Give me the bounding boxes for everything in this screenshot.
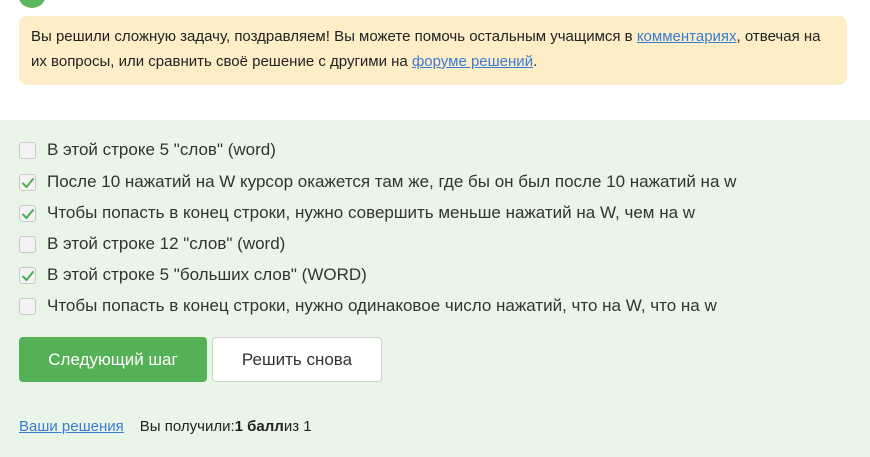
checkbox-checked[interactable] — [19, 204, 36, 222]
solutions-forum-link[interactable]: форуме решений — [412, 53, 533, 70]
notice-text-1: Вы решили сложную задачу, поздравляем! В… — [31, 28, 637, 45]
option-5[interactable]: В этой строке 5 "больших слов" (WORD) — [19, 264, 367, 286]
feedback-section: Вы решили сложную задачу, поздравляем! В… — [0, 0, 870, 120]
option-label: После 10 нажатий на W курсор окажется та… — [47, 172, 737, 191]
checkbox-unchecked[interactable] — [19, 141, 36, 159]
option-label: В этой строке 5 "слов" (word) — [47, 140, 276, 159]
notice-text-3: . — [533, 53, 538, 70]
option-label: Чтобы попасть в конец строки, нужно один… — [47, 296, 717, 315]
correct-status-icon — [19, 0, 45, 8]
result-footer: Ваши решения Вы получили: 1 балл из 1 — [19, 418, 312, 435]
comments-link[interactable]: комментариях — [637, 28, 737, 45]
checkmark-icon — [22, 208, 34, 219]
option-label: В этой строке 12 "слов" (word) — [47, 234, 286, 253]
received-label: Вы получили: — [139, 418, 235, 435]
score-out-of: из 1 — [283, 418, 312, 435]
your-solutions-link[interactable]: Ваши решения — [19, 418, 124, 435]
checkbox-unchecked[interactable] — [19, 297, 36, 315]
option-2[interactable]: После 10 нажатий на W курсор окажется та… — [19, 171, 736, 193]
option-3[interactable]: Чтобы попасть в конец строки, нужно сове… — [19, 202, 695, 224]
option-6[interactable]: Чтобы попасть в конец строки, нужно один… — [19, 295, 717, 317]
option-1[interactable]: В этой строке 5 "слов" (word) — [19, 139, 276, 161]
next-step-button[interactable]: Следующий шаг — [19, 337, 207, 382]
retry-button[interactable]: Решить снова — [212, 337, 382, 382]
option-label: В этой строке 5 "больших слов" (WORD) — [47, 265, 367, 284]
success-notice: Вы решили сложную задачу, поздравляем! В… — [19, 16, 847, 85]
score-value: 1 балл — [234, 418, 284, 435]
checkmark-icon — [22, 270, 34, 281]
checkbox-unchecked[interactable] — [19, 235, 36, 253]
checkbox-checked[interactable] — [19, 173, 36, 191]
option-4[interactable]: В этой строке 12 "слов" (word) — [19, 233, 285, 255]
checkmark-icon — [22, 177, 34, 188]
checkbox-checked[interactable] — [19, 266, 36, 284]
option-label: Чтобы попасть в конец строки, нужно сове… — [47, 203, 696, 222]
